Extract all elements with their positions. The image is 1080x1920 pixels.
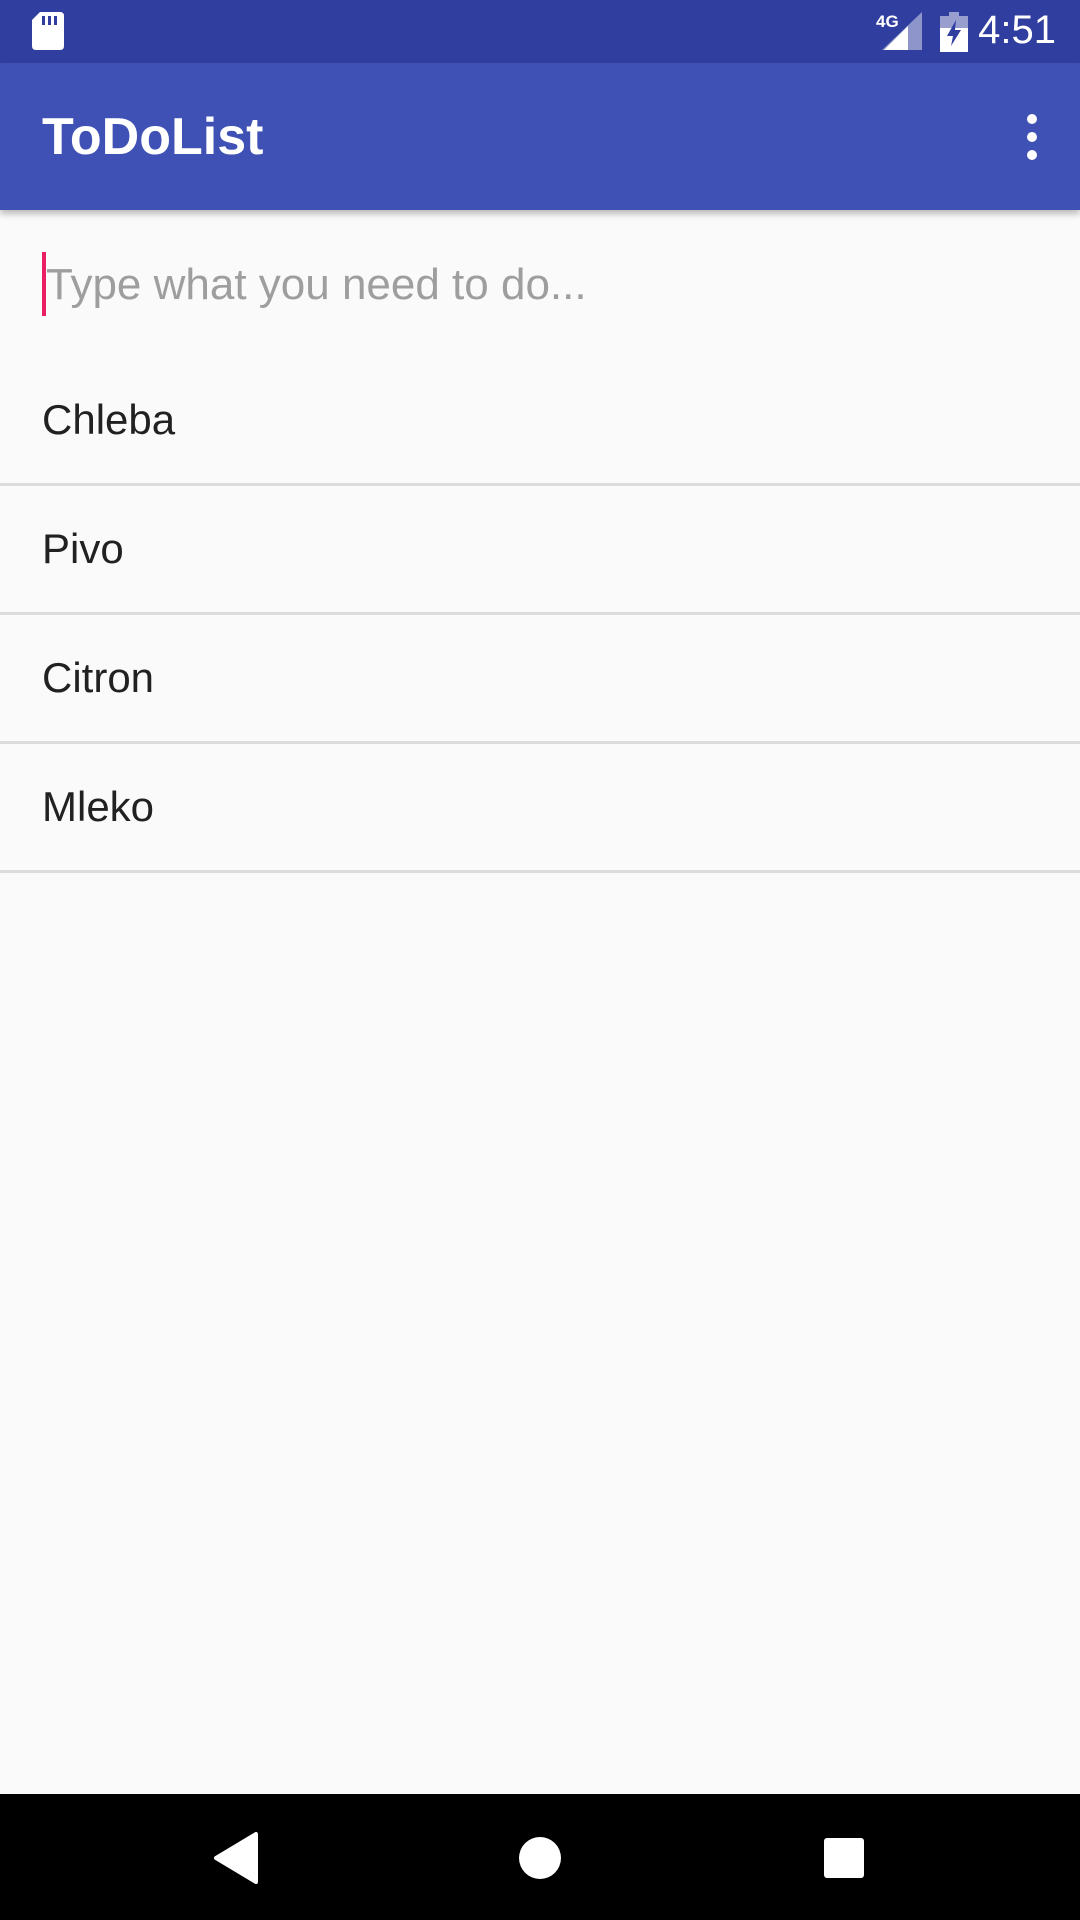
more-vert-icon[interactable] xyxy=(1004,101,1060,173)
battery-charging-icon xyxy=(940,12,968,52)
status-bar: 4G 4:51 xyxy=(0,0,1080,63)
todo-item[interactable]: Pivo xyxy=(0,486,1080,615)
status-clock: 4:51 xyxy=(978,8,1056,52)
home-icon[interactable] xyxy=(510,1828,570,1888)
app-title: ToDoList xyxy=(42,108,264,166)
recents-icon[interactable] xyxy=(814,1828,874,1888)
new-todo-input[interactable] xyxy=(42,252,1038,318)
signal-icon xyxy=(882,12,922,50)
new-todo-row xyxy=(0,210,1080,360)
menu-dot xyxy=(1027,132,1037,142)
menu-dot xyxy=(1027,150,1037,160)
system-nav-bar xyxy=(0,1794,1080,1920)
todo-item[interactable]: Citron xyxy=(0,615,1080,744)
app-bar: ToDoList xyxy=(0,63,1080,210)
text-cursor xyxy=(42,252,46,316)
todo-item[interactable]: Chleba xyxy=(0,357,1080,486)
todo-list: Chleba Pivo Citron Mleko xyxy=(0,357,1080,873)
todo-item[interactable]: Mleko xyxy=(0,744,1080,873)
back-icon[interactable] xyxy=(206,1828,266,1888)
sd-card-icon xyxy=(32,12,64,50)
menu-dot xyxy=(1027,114,1037,124)
